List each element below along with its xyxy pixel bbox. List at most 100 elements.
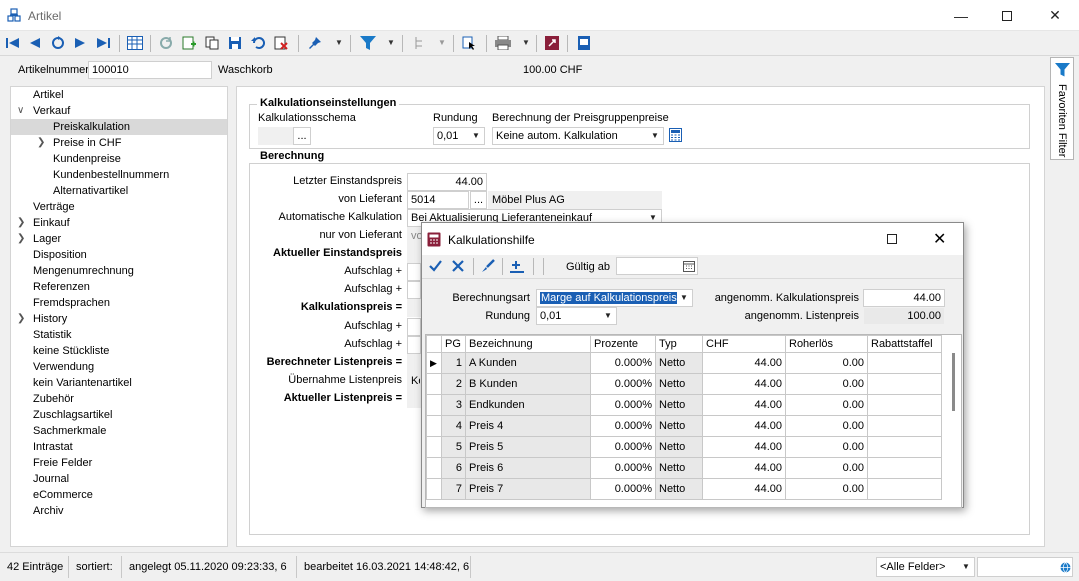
chevron-right-icon[interactable]: ❯ — [17, 311, 25, 327]
row-indicator[interactable] — [426, 415, 442, 437]
cell-typ[interactable]: Netto — [655, 352, 703, 374]
cell-chf[interactable]: 44.00 — [702, 457, 786, 479]
print-icon[interactable] — [494, 34, 512, 52]
tree-item-referenzen[interactable]: Referenzen — [11, 279, 227, 295]
grid-scrollbar[interactable] — [952, 353, 955, 411]
aufschlag-3-field[interactable] — [407, 318, 421, 336]
cell-proz[interactable]: 0.000% — [590, 394, 656, 416]
cell-proz[interactable]: 0.000% — [590, 478, 656, 500]
cell-rab[interactable] — [867, 457, 942, 479]
cell-chf[interactable]: 44.00 — [702, 415, 786, 437]
tree-icon[interactable] — [411, 34, 429, 52]
cell-rab[interactable] — [867, 478, 942, 500]
favorites-filter-tab[interactable]: Favoriten Filter — [1050, 57, 1074, 160]
navigate-icon[interactable] — [460, 34, 478, 52]
chevron-right-icon[interactable]: ❯ — [17, 215, 25, 231]
search-input[interactable] — [977, 557, 1073, 577]
cell-rab[interactable] — [867, 373, 942, 395]
row-indicator[interactable] — [426, 478, 442, 500]
tree-item-verkauf[interactable]: ∨ Verkauf — [11, 103, 227, 119]
von-lieferant-field[interactable]: 5014 — [407, 191, 469, 209]
previous-record-icon[interactable] — [26, 34, 44, 52]
first-record-icon[interactable] — [4, 34, 22, 52]
refresh-icon[interactable] — [49, 34, 67, 52]
cell-typ[interactable]: Netto — [655, 457, 703, 479]
cell-typ[interactable]: Netto — [655, 436, 703, 458]
window-mode-icon[interactable] — [575, 34, 593, 52]
tree-item-sachmerkmale[interactable]: Sachmerkmale — [11, 423, 227, 439]
macro-icon[interactable] — [543, 34, 561, 52]
cell-typ[interactable]: Netto — [655, 415, 703, 437]
next-record-icon[interactable] — [71, 34, 89, 52]
column-header[interactable]: Prozente — [590, 335, 656, 353]
cell-proz[interactable]: 0.000% — [590, 436, 656, 458]
cell-roh[interactable]: 0.00 — [785, 352, 868, 374]
tree-dropdown-icon[interactable]: ▼ — [438, 36, 446, 50]
tree-item-fremdsprachen[interactable]: Fremdsprachen — [11, 295, 227, 311]
table-row[interactable]: ▶ 1 A Kunden 0.000% Netto 44.00 0.00 — [426, 352, 942, 374]
last-record-icon[interactable] — [94, 34, 112, 52]
row-indicator[interactable] — [426, 436, 442, 458]
kalkulationsschema-browse-button[interactable]: ... — [293, 127, 311, 145]
cell-chf[interactable]: 44.00 — [702, 436, 786, 458]
tree-item-lager[interactable]: ❯ Lager — [11, 231, 227, 247]
search-field-select[interactable]: <Alle Felder> ▼ — [876, 557, 975, 577]
cell-typ[interactable]: Netto — [655, 478, 703, 500]
tree-item-freie-felder[interactable]: Freie Felder — [11, 455, 227, 471]
uebernahme-listenpreis-field[interactable]: Ke — [407, 372, 421, 390]
undo-icon[interactable] — [249, 34, 267, 52]
copy-record-icon[interactable] — [203, 34, 221, 52]
tree-item-ecommerce[interactable]: eCommerce — [11, 487, 227, 503]
tree-item-verwendung[interactable]: Verwendung — [11, 359, 227, 375]
table-view-icon[interactable] — [126, 34, 144, 52]
berechnung-preisgruppenpreise-select[interactable]: Keine autom. Kalkulation ▼ — [492, 127, 664, 145]
tree-item-journal[interactable]: Journal — [11, 471, 227, 487]
chevron-right-icon[interactable]: ❯ — [17, 231, 25, 247]
tree-item-zubehör[interactable]: Zubehör — [11, 391, 227, 407]
table-row[interactable]: 4 Preis 4 0.000% Netto 44.00 0.00 — [426, 415, 942, 437]
tree-item-disposition[interactable]: Disposition — [11, 247, 227, 263]
cell-roh[interactable]: 0.00 — [785, 457, 868, 479]
letzter-einstandspreis-field[interactable]: 44.00 — [407, 173, 487, 191]
maximize-button[interactable] — [984, 0, 1030, 31]
tree-item-mengenumrechnung[interactable]: Mengenumrechnung — [11, 263, 227, 279]
angenomm-kalkulationspreis-field[interactable]: 44.00 — [863, 289, 945, 307]
tree-item-einkauf[interactable]: ❯ Einkauf — [11, 215, 227, 231]
table-row[interactable]: 2B Kunden 0.000% Netto 44.00 0.00 — [426, 373, 942, 395]
table-row[interactable]: 7 Preis 7 0.000% Netto 44.00 0.00 — [426, 478, 942, 500]
print-dropdown-icon[interactable]: ▼ — [522, 36, 530, 50]
filter-icon[interactable] — [359, 34, 377, 52]
berechnungsart-select[interactable]: Marge auf Kalkulationspreis ▼ — [536, 289, 693, 307]
tree-item-intrastat[interactable]: Intrastat — [11, 439, 227, 455]
chevron-down-icon[interactable]: ∨ — [17, 103, 24, 119]
pin-dropdown-icon[interactable]: ▼ — [335, 36, 343, 50]
cell-proz[interactable]: 0.000% — [590, 352, 656, 374]
calendar-icon[interactable] — [683, 260, 695, 272]
gueltig-ab-date-field[interactable] — [616, 257, 698, 275]
tree-item-keine-stückliste[interactable]: keine Stückliste — [11, 343, 227, 359]
tree-item-artikel[interactable]: Artikel — [11, 87, 227, 103]
cell-rab[interactable] — [867, 352, 942, 374]
filter-dropdown-icon[interactable]: ▼ — [387, 36, 395, 50]
table-row[interactable]: 6 Preis 6 0.000% Netto 44.00 0.00 — [426, 457, 942, 479]
rundung-select[interactable]: 0,01 ▼ — [433, 127, 485, 145]
confirm-check-icon[interactable] — [429, 260, 442, 272]
tree-item-statistik[interactable]: Statistik — [11, 327, 227, 343]
tree-item-preise-in-chf[interactable]: ❯ Preise in CHF — [11, 135, 227, 151]
chevron-right-icon[interactable]: ❯ — [37, 135, 45, 151]
tree-item-kundenpreise[interactable]: Kundenpreise — [11, 151, 227, 167]
tree-item-preiskalkulation[interactable]: Preiskalkulation — [11, 119, 227, 135]
new-record-icon[interactable] — [180, 34, 198, 52]
globe-search-icon[interactable] — [1060, 562, 1071, 573]
aufschlag-1-field[interactable] — [407, 263, 421, 281]
tree-item-verträge[interactable]: Verträge — [11, 199, 227, 215]
cell-chf[interactable]: 44.00 — [702, 394, 786, 416]
aufschlag-2-field[interactable] — [407, 281, 421, 299]
reload-icon[interactable] — [157, 34, 175, 52]
tree-item-kundenbestellnummern[interactable]: Kundenbestellnummern — [11, 167, 227, 183]
row-indicator[interactable] — [426, 457, 442, 479]
table-row[interactable]: 5 Preis 5 0.000% Netto 44.00 0.00 — [426, 436, 942, 458]
dialog-maximize-button[interactable] — [887, 234, 897, 244]
dialog-close-button[interactable]: ✕ — [933, 229, 946, 249]
cancel-x-icon[interactable] — [452, 260, 464, 272]
